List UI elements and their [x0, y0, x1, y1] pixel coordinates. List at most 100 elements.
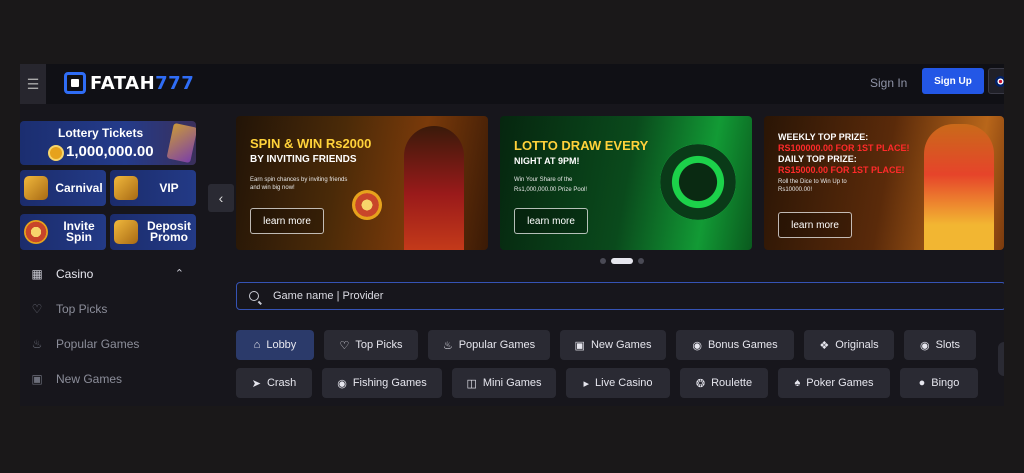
- deposit-promo-tile[interactable]: Deposit Promo: [110, 214, 196, 250]
- sidebar-item-popular-games[interactable]: ♨ Popular Games: [20, 326, 198, 361]
- video-icon: ▸: [583, 377, 590, 390]
- category-slots[interactable]: ◉ Slots: [904, 330, 976, 360]
- woman-image: [404, 126, 464, 250]
- sidebar-item-label: Popular Games: [56, 336, 140, 351]
- carousel-dot-active[interactable]: [611, 258, 633, 264]
- gift-icon: ▣: [574, 339, 585, 352]
- banner-description: Roll the Dice to Win Up to Rs10000.00!: [778, 179, 847, 193]
- sidebar-nav: ▦ Casino ⌃ ♡ Top Picks ♨ Popular Games ▣…: [20, 256, 198, 396]
- promo-banner-dice-prize[interactable]: WEEKLY TOP PRIZE: RS100000.00 FOR 1ST PL…: [764, 116, 1004, 250]
- banner-line-2: RS100000.00 FOR 1ST PLACE!: [778, 143, 910, 153]
- banner-title: SPIN & WIN Rs2000: [250, 136, 372, 151]
- category-top-picks[interactable]: ♡ Top Picks: [324, 330, 418, 360]
- tile-label: VIP: [159, 180, 179, 195]
- money-bag-icon: [114, 220, 138, 244]
- banner-subtitle: NIGHT AT 9PM!: [514, 156, 580, 166]
- vip-crown-icon: [114, 176, 138, 200]
- category-mini-games[interactable]: ◫ Mini Games: [452, 368, 556, 398]
- promo-banner-lotto-draw[interactable]: LOTTO DRAW EVERY NIGHT AT 9PM! Win Your …: [500, 116, 752, 250]
- banner-description-2: Rs1,000,000.00 Prize Pool!: [514, 187, 588, 193]
- sidebar-item-label: New Games: [56, 371, 123, 386]
- home-icon: ⌂: [253, 339, 261, 351]
- ticket-icon: [166, 122, 196, 164]
- learn-more-button[interactable]: learn more: [514, 208, 588, 234]
- sidebar-item-top-picks[interactable]: ♡ Top Picks: [20, 291, 198, 326]
- category-roulette[interactable]: ❂ Roulette: [680, 368, 768, 398]
- logo-text: FATAH777: [90, 72, 195, 94]
- carousel-prev-button[interactable]: ‹: [208, 184, 234, 212]
- sign-up-button[interactable]: Sign Up: [922, 68, 984, 94]
- banner-description: Earn spin chances by inviting friends an…: [250, 177, 348, 191]
- wheel-icon: [24, 220, 48, 244]
- casino-icon: ▦: [31, 266, 43, 281]
- language-selector[interactable]: [988, 68, 1004, 94]
- lotto-drum-icon: [660, 144, 736, 220]
- slots-icon: ◉: [919, 339, 930, 352]
- sidebar-item-label: Casino: [56, 266, 94, 281]
- sign-in-link[interactable]: Sign In: [870, 76, 907, 90]
- sidebar-item-casino[interactable]: ▦ Casino ⌃: [20, 256, 198, 291]
- fish-icon: ◉: [337, 377, 347, 390]
- lottery-title: Lottery Tickets: [58, 126, 144, 140]
- hamburger-icon: ☰: [26, 75, 40, 92]
- category-bonus-games[interactable]: ◉ Bonus Games: [676, 330, 794, 360]
- banner-subtitle: BY INVITING FRIENDS: [250, 154, 357, 165]
- lottery-amount: 1,000,000.00: [66, 143, 154, 160]
- coin-icon: [48, 145, 64, 161]
- carousel-dot[interactable]: [638, 258, 644, 264]
- category-popular-games[interactable]: ♨ Popular Games: [428, 330, 550, 360]
- carnival-tile[interactable]: Carnival: [20, 170, 106, 206]
- category-crash[interactable]: ➤ Crash: [236, 368, 312, 398]
- sidebar-item-new-games[interactable]: ▣ New Games: [20, 361, 198, 396]
- banner-title: LOTTO DRAW EVERY: [514, 138, 649, 153]
- flame-icon: ♨: [31, 336, 43, 351]
- pirate-girl-image: [924, 124, 994, 250]
- flame-icon: ♨: [442, 339, 453, 352]
- category-live-casino[interactable]: ▸ Live Casino: [566, 368, 670, 398]
- search-input[interactable]: [273, 290, 773, 302]
- category-fishing-games[interactable]: ◉ Fishing Games: [322, 368, 442, 398]
- chevron-left-icon: ‹: [218, 190, 224, 206]
- game-search-box[interactable]: [236, 282, 1004, 310]
- top-header: ☰ FATAH777 Sign In Sign Up: [20, 64, 1004, 104]
- search-icon: [249, 291, 259, 301]
- category-lobby[interactable]: ⌂ Lobby: [236, 330, 314, 360]
- wheel-icon: [352, 190, 382, 220]
- promo-banner-spin-win[interactable]: SPIN & WIN Rs2000 BY INVITING FRIENDS Ea…: [236, 116, 488, 250]
- invite-spin-tile[interactable]: Invite Spin: [20, 214, 106, 250]
- heart-icon: ♡: [339, 339, 350, 352]
- uk-flag-icon: [994, 75, 1004, 87]
- category-originals[interactable]: ❖ Originals: [804, 330, 894, 360]
- logo-icon: [64, 72, 86, 94]
- learn-more-button[interactable]: learn more: [250, 208, 324, 234]
- category-poker-games[interactable]: ♠ Poker Games: [778, 368, 890, 398]
- bonus-icon: ◉: [692, 339, 702, 352]
- chevron-up-icon[interactable]: ⌃: [175, 267, 184, 280]
- tile-label: Invite Spin: [63, 219, 95, 244]
- carousel-indicators: [600, 258, 644, 264]
- gamepad-icon: ◫: [466, 377, 477, 390]
- site-logo[interactable]: FATAH777: [64, 72, 194, 94]
- menu-button[interactable]: ☰: [20, 64, 46, 104]
- scroll-right-handle[interactable]: [998, 342, 1004, 376]
- category-bingo[interactable]: ● Bingo: [900, 368, 978, 398]
- spade-icon: ♠: [794, 377, 801, 389]
- sidebar: Lottery Tickets 1,000,000.00 Carnival VI…: [20, 104, 198, 406]
- banner-line-1: WEEKLY TOP PRIZE:: [778, 132, 869, 142]
- roulette-icon: ❂: [695, 377, 706, 390]
- carousel-dot[interactable]: [600, 258, 606, 264]
- heart-icon: ♡: [31, 301, 43, 316]
- category-new-games[interactable]: ▣ New Games: [560, 330, 666, 360]
- app-window: ☰ FATAH777 Sign In Sign Up Lottery Ticke…: [20, 64, 1004, 406]
- learn-more-button[interactable]: learn more: [778, 212, 852, 238]
- bingo-icon: ●: [918, 377, 926, 389]
- gift-icon: ▣: [31, 371, 43, 386]
- tile-label: Carnival: [55, 180, 103, 195]
- banner-description: Win Your Share of the: [514, 177, 573, 183]
- originals-icon: ❖: [819, 339, 830, 352]
- lottery-tickets-card[interactable]: Lottery Tickets 1,000,000.00: [20, 121, 196, 165]
- vip-tile[interactable]: VIP: [110, 170, 196, 206]
- sidebar-item-label: Top Picks: [56, 301, 108, 316]
- banner-line-4: RS15000.00 FOR 1ST PLACE!: [778, 165, 905, 175]
- banner-line-3: DAILY TOP PRIZE:: [778, 154, 857, 164]
